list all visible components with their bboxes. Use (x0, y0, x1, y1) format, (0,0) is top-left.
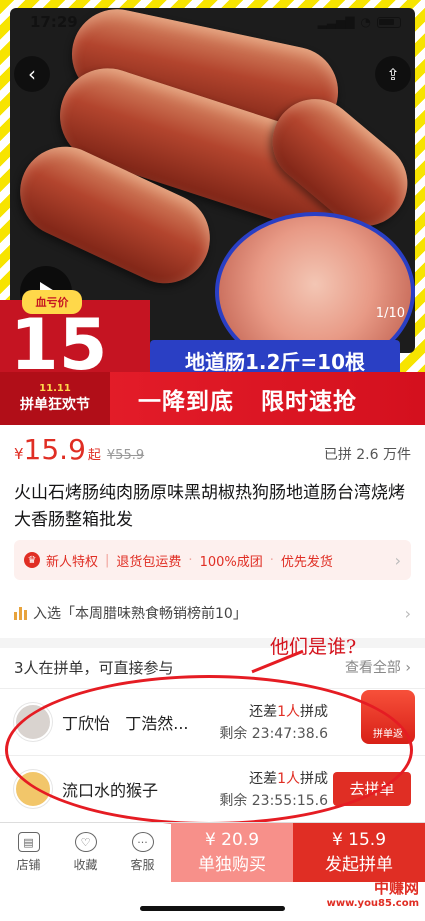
need-suffix: 拼成 (300, 770, 328, 787)
chevron-left-icon: ‹ (28, 62, 36, 86)
countdown: 剩余 23:55:15.6 (219, 792, 328, 809)
group-row[interactable]: 流口水的猴子 还差1人拼成 剩余 23:55:15.6 去拼单 (0, 755, 425, 821)
watermark: 中赚网 www.you85.com (327, 880, 419, 912)
buy-alone-price: ¥ 20.9 (204, 830, 260, 850)
festival-badge-date: 11.11 (39, 383, 71, 394)
start-group-label: 发起拼单 (325, 855, 393, 875)
chevron-right-icon: › (404, 603, 411, 623)
divider: | (105, 552, 110, 568)
tab-store[interactable]: ▤ 店铺 (0, 823, 57, 882)
group-status: 还差1人拼成 剩余 23:47:38.6 (210, 701, 328, 743)
watermark-sub: www.you85.com (326, 898, 419, 909)
group-price: 15.9 (23, 433, 86, 466)
ranking-text: 入选「本周腊味熟食畅销榜前10」 (33, 606, 247, 622)
need-count: 1人 (277, 770, 300, 787)
promo-item: 100%成团 (199, 554, 263, 570)
product-image-carousel[interactable]: 17:29 ▂▃▅▇ ◔ ‹ ⇪ 1/10 15 血亏价 地道肠1.2斤=10根… (0, 0, 425, 425)
tab-label: 收藏 (73, 858, 98, 872)
product-title: 火山石烤肠纯肉肠原味黑胡椒热狗肠地道肠台湾烧烤大香肠整箱批发 (14, 483, 405, 530)
group-buy-header: 3人在拼单，可直接参与 查看全部 › (0, 650, 425, 684)
avatar (14, 702, 52, 741)
start-group-price: ¥ 15.9 (331, 830, 387, 850)
buy-alone-label: 单独购买 (198, 855, 266, 875)
status-icons: ▂▃▅▇ ◔ (318, 15, 401, 29)
promo-slogan: 一降到底 限时速抢 (138, 388, 358, 415)
watermark-main: 中赚网 (373, 879, 419, 897)
home-indicator (140, 906, 285, 911)
need-count: 1人 (277, 703, 300, 720)
rank-bars-icon (14, 606, 27, 620)
image-pager: 1/10 (375, 306, 405, 321)
need-suffix: 拼成 (300, 703, 328, 720)
promo-item: 新人特权 (46, 554, 99, 570)
need-prefix: 还差 (249, 703, 278, 720)
chevron-right-icon: › (394, 550, 401, 570)
avatar (14, 769, 52, 808)
festival-badge-title: 拼单狂欢节 (20, 397, 90, 413)
promo-banner: 11.11 拼单狂欢节 一降到底 限时速抢 (0, 372, 425, 425)
currency-symbol: ¥ (14, 445, 24, 463)
service-guarantee-bar[interactable]: ♛ 新人特权 | 退货包运费 · 100%成团 · 优先发货 › (14, 540, 411, 580)
promo-item: 优先发货 (280, 554, 333, 570)
back-button[interactable]: ‹ (14, 56, 50, 92)
section-divider (0, 638, 425, 648)
battery-icon (377, 16, 401, 28)
group-member-names: 流口水的猴子 (62, 780, 159, 800)
chat-icon: ··· (131, 832, 154, 852)
bottom-action-bar: ▤ 店铺 ♡ 收藏 ··· 客服 ¥ 20.9 单独购买 ¥ 15.9 发起拼单 (0, 822, 425, 882)
red-packet-button[interactable]: 拼单返 (361, 690, 415, 744)
red-packet-label: 拼单返 (373, 729, 403, 740)
hero-tag: 血亏价 (22, 290, 82, 314)
group-member-names: 丁欣怡 丁浩然... (62, 713, 189, 733)
tab-customer-service[interactable]: ··· 客服 (114, 823, 171, 882)
status-bar: 17:29 ▂▃▅▇ ◔ (0, 0, 425, 44)
tab-favorite[interactable]: ♡ 收藏 (57, 823, 114, 882)
tab-label: 客服 (130, 858, 155, 872)
divider: · (188, 552, 193, 568)
festival-badge: 11.11 拼单狂欢节 (0, 372, 110, 425)
status-time: 17:29 (30, 13, 78, 31)
tab-label: 店铺 (16, 858, 41, 872)
sold-count: 已拼 2.6 万件 (323, 447, 411, 463)
buy-alone-button[interactable]: ¥ 20.9 单独购买 (171, 823, 293, 882)
group-buy-title: 3人在拼单，可直接参与 (14, 658, 174, 677)
countdown: 剩余 23:47:38.6 (219, 725, 328, 742)
ranking-row[interactable]: 入选「本周腊味熟食畅销榜前10」 › (0, 596, 425, 630)
annotation-text: 他们是谁? (270, 636, 357, 658)
start-group-button[interactable]: ¥ 15.9 发起拼单 (293, 823, 425, 882)
need-prefix: 还差 (249, 770, 278, 787)
share-button[interactable]: ⇪ (375, 56, 411, 92)
price-suffix: 起 (87, 448, 101, 463)
store-icon: ▤ (17, 832, 40, 852)
view-all-label: 查看全部 (344, 660, 401, 676)
crown-icon: ♛ (24, 552, 40, 568)
price-row: ¥ 15.9 起 ¥55.9 已拼 2.6 万件 (0, 433, 425, 473)
share-icon: ⇪ (386, 64, 400, 84)
join-group-button[interactable]: 去拼单 (333, 771, 411, 806)
view-all-link[interactable]: 查看全部 › (345, 657, 411, 677)
promo-item: 退货包运费 (116, 554, 182, 570)
original-price: ¥55.9 (106, 448, 145, 463)
divider: · (269, 552, 274, 568)
wifi-icon: ◔ (360, 15, 371, 29)
signal-icon: ▂▃▅▇ (317, 15, 355, 29)
heart-icon: ♡ (74, 832, 97, 852)
group-status: 还差1人拼成 剩余 23:55:15.6 (210, 768, 328, 810)
